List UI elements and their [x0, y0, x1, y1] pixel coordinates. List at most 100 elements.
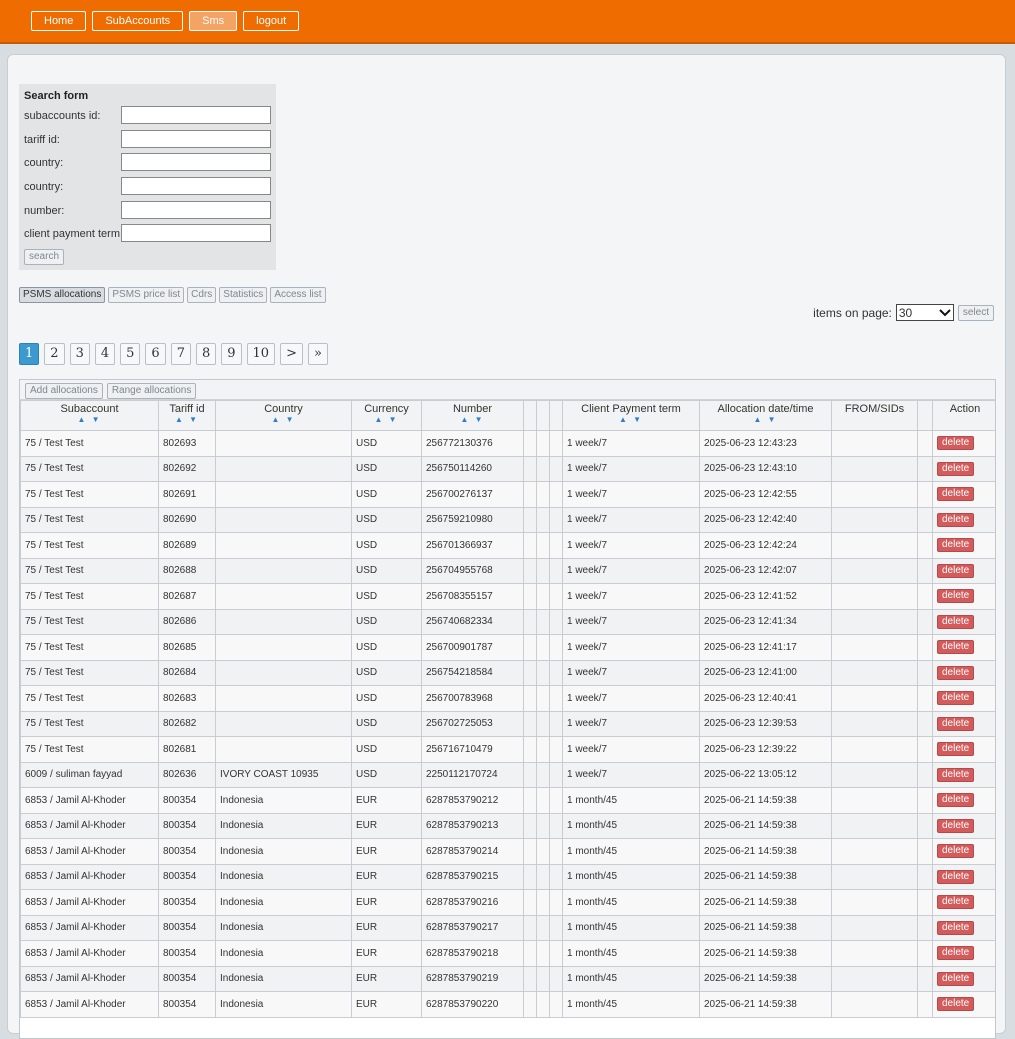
table-cell: 800354 [158, 914, 216, 941]
sort-arrows-icon[interactable]: ▲ ▼ [565, 415, 697, 425]
delete-button[interactable]: delete [937, 614, 975, 629]
delete-button[interactable]: delete [937, 436, 975, 451]
tab-access-list[interactable]: Access list [270, 287, 326, 303]
table-cell: 2025-06-22 13:05:12 [699, 761, 832, 788]
column-header[interactable]: Tariff id ▲ ▼ [158, 400, 216, 431]
sort-arrows-icon[interactable]: ▲ ▼ [23, 415, 156, 425]
table-cell: 75 / Test Test [20, 532, 159, 559]
page-6[interactable]: 6 [145, 343, 166, 365]
delete-button[interactable]: delete [937, 767, 975, 782]
column-header[interactable]: Allocation date/time ▲ ▼ [699, 400, 832, 431]
nav-subaccounts-button[interactable]: SubAccounts [92, 11, 184, 31]
range-allocations-button[interactable]: Range allocations [106, 383, 197, 399]
delete-button[interactable]: delete [937, 538, 975, 553]
delete-button[interactable]: delete [937, 716, 975, 731]
table-cell: 6287853790214 [421, 838, 524, 865]
table-cell [831, 761, 918, 788]
tab-statistics[interactable]: Statistics [219, 287, 268, 303]
delete-button[interactable]: delete [937, 793, 975, 808]
column-header[interactable]: Country ▲ ▼ [215, 400, 352, 431]
table-cell [549, 787, 563, 814]
delete-button[interactable]: delete [937, 946, 975, 961]
page-1[interactable]: 1 [19, 343, 40, 365]
page-7[interactable]: 7 [170, 343, 191, 365]
search-button[interactable]: search [24, 249, 65, 265]
column-header[interactable]: Client Payment term ▲ ▼ [562, 400, 700, 431]
delete-button[interactable]: delete [937, 895, 975, 910]
nav-sms-button[interactable]: Sms [189, 11, 238, 31]
column-header[interactable]: Subaccount ▲ ▼ [20, 400, 159, 431]
page-next[interactable]: > [280, 343, 303, 365]
delete-button[interactable]: delete [937, 742, 975, 757]
page-8[interactable]: 8 [195, 343, 217, 365]
delete-button[interactable]: delete [937, 920, 975, 935]
action-cell: delete [932, 481, 995, 508]
action-cell: delete [932, 455, 995, 482]
delete-button[interactable]: delete [937, 971, 975, 986]
delete-button[interactable]: delete [937, 997, 975, 1012]
delete-button[interactable]: delete [937, 844, 975, 859]
table-cell [215, 659, 352, 686]
table-cell: 2025-06-23 12:42:55 [699, 481, 832, 508]
delete-button[interactable]: delete [937, 665, 975, 680]
delete-button[interactable]: delete [937, 563, 975, 578]
delete-button[interactable]: delete [937, 487, 975, 502]
delete-button[interactable]: delete [937, 589, 975, 604]
field-label: country: [24, 157, 64, 169]
delete-button[interactable]: delete [937, 818, 975, 833]
nav-home-button[interactable]: Home [31, 11, 87, 31]
page-10[interactable]: 10 [246, 343, 276, 365]
table-cell [536, 787, 550, 814]
tab-cdrs[interactable]: Cdrs [187, 287, 217, 303]
table-cell [536, 736, 550, 763]
delete-button[interactable]: delete [937, 869, 975, 884]
page-2[interactable]: 2 [44, 343, 65, 365]
items-per-page-select[interactable]: 30 [895, 304, 954, 321]
delete-button[interactable]: delete [937, 691, 975, 706]
page-last[interactable]: » [307, 343, 328, 365]
subaccounts-id-input[interactable] [121, 106, 271, 124]
items-per-page-select-button[interactable]: select [957, 304, 994, 321]
table-row: 75 / Test Test 802683 USD 256700783968 1 wee… [20, 685, 995, 712]
table-cell [536, 991, 550, 1018]
delete-button[interactable]: delete [937, 512, 975, 527]
column-header-label: Action [949, 403, 981, 415]
table-row: 75 / Test Test 802688 USD 256704955768 1 wee… [20, 557, 995, 584]
page-3[interactable]: 3 [69, 343, 90, 365]
delete-button[interactable]: delete [937, 640, 975, 655]
sort-arrows-icon[interactable]: ▲ ▼ [702, 415, 829, 425]
add-allocations-button[interactable]: Add allocations [25, 383, 103, 399]
sort-arrows-icon[interactable]: ▲ ▼ [424, 415, 521, 425]
table-cell: 2025-06-23 12:41:52 [699, 583, 832, 610]
nav-logout-button[interactable]: logout [243, 11, 300, 31]
tab-psms-price-list[interactable]: PSMS price list [108, 287, 185, 303]
column-header[interactable]: Currency ▲ ▼ [351, 400, 422, 431]
tariff-id-input[interactable] [121, 130, 271, 148]
tab-psms-allocations[interactable]: PSMS allocations [19, 287, 106, 303]
table-cell [917, 838, 933, 865]
table-cell: 6853 / Jamil Al-Khoder [20, 914, 159, 941]
search-field-tariff-id: tariff id: [19, 130, 276, 150]
page-9[interactable]: 9 [221, 343, 242, 365]
column-header[interactable]: Number ▲ ▼ [421, 400, 524, 431]
table-cell [523, 634, 537, 661]
number-input[interactable] [121, 201, 271, 219]
table-cell [917, 863, 933, 890]
table-cell: Indonesia [215, 812, 352, 839]
country-input-2[interactable] [121, 177, 271, 195]
page-4[interactable]: 4 [94, 343, 116, 365]
sort-arrows-icon[interactable]: ▲ ▼ [354, 415, 419, 425]
table-cell: 1 week/7 [562, 430, 700, 457]
table-cell [523, 965, 537, 992]
items-per-page: items on page: 30 select [813, 304, 994, 321]
sort-arrows-icon[interactable]: ▲ ▼ [218, 415, 349, 425]
table-cell: 75 / Test Test [20, 608, 159, 635]
table-cell: 802687 [158, 583, 216, 610]
sort-arrows-icon[interactable]: ▲ ▼ [161, 415, 213, 425]
table-cell [917, 812, 933, 839]
country-input[interactable] [121, 153, 271, 171]
table-cell [549, 838, 563, 865]
delete-button[interactable]: delete [937, 461, 975, 476]
page-5[interactable]: 5 [120, 343, 141, 365]
client-payment-term-input[interactable] [121, 224, 271, 242]
